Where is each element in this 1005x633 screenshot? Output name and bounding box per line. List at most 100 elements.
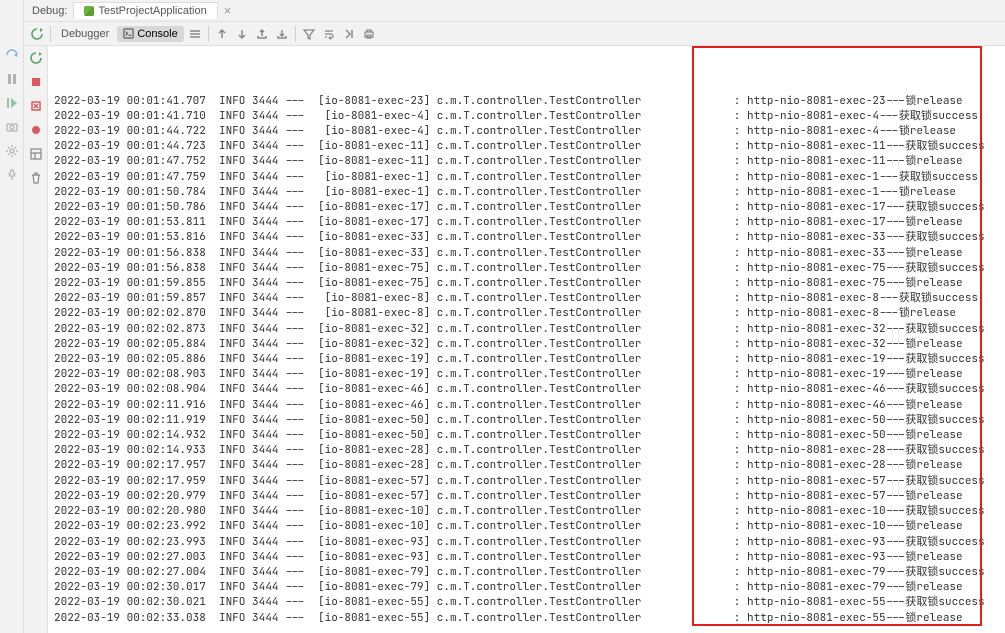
console-output[interactable]: 2022-03-19 00:01:41.707 INFO 3444 --- [i… [48,46,1005,633]
log-prefix: 2022-03-19 00:02:05.884 INFO 3444 --- [i… [54,337,641,352]
trash-icon[interactable] [28,170,44,186]
log-message: http-nio-8081-exec-50---获取锁success [747,413,985,428]
log-message: http-nio-8081-exec-19---获取锁success [747,352,985,367]
wrap-icon[interactable] [320,25,338,43]
log-line: 2022-03-19 00:02:02.870 INFO 3444 --- [i… [54,306,999,321]
log-message: http-nio-8081-exec-75---获取锁success [747,261,985,276]
log-prefix: 2022-03-19 00:02:30.017 INFO 3444 --- [i… [54,580,641,595]
log-line: 2022-03-19 00:02:27.004 INFO 3444 --- [i… [54,565,999,580]
log-message: http-nio-8081-exec-55---锁release [747,611,963,626]
log-message: http-nio-8081-exec-93---锁release [747,550,963,565]
log-prefix: 2022-03-19 00:02:02.873 INFO 3444 --- [i… [54,322,641,337]
log-message: http-nio-8081-exec-75---锁release [747,276,963,291]
console-tab[interactable]: Console [117,26,183,42]
mute-breakpoints-icon[interactable] [28,122,44,138]
log-prefix: 2022-03-19 00:01:59.855 INFO 3444 --- [i… [54,276,641,291]
log-line: 2022-03-19 00:01:47.752 INFO 3444 --- [i… [54,154,999,169]
log-line: 2022-03-19 00:02:05.884 INFO 3444 --- [i… [54,337,999,352]
log-message: http-nio-8081-exec-93---获取锁success [747,535,985,550]
log-line: 2022-03-19 00:02:11.919 INFO 3444 --- [i… [54,413,999,428]
log-prefix: 2022-03-19 00:02:17.959 INFO 3444 --- [i… [54,474,641,489]
step-over-icon[interactable] [5,48,19,62]
log-line: 2022-03-19 00:02:33.038 INFO 3444 --- [i… [54,611,999,626]
layout-icon[interactable] [28,146,44,162]
log-area: 2022-03-19 00:01:41.707 INFO 3444 --- [i… [24,46,1005,633]
run-gutter [24,46,48,633]
log-message: http-nio-8081-exec-57---锁release [747,489,963,504]
log-line: 2022-03-19 00:01:50.784 INFO 3444 --- [i… [54,185,999,200]
log-line: 2022-03-19 00:01:44.722 INFO 3444 --- [i… [54,124,999,139]
log-message: http-nio-8081-exec-28---获取锁success [747,443,985,458]
log-prefix: 2022-03-19 00:02:27.004 INFO 3444 --- [i… [54,565,641,580]
log-prefix: 2022-03-19 00:02:14.933 INFO 3444 --- [i… [54,443,641,458]
log-prefix: 2022-03-19 00:02:08.903 INFO 3444 --- [i… [54,367,641,382]
log-line: 2022-03-19 00:02:17.959 INFO 3444 --- [i… [54,474,999,489]
log-line: 2022-03-19 00:02:27.003 INFO 3444 --- [i… [54,550,999,565]
log-prefix: 2022-03-19 00:02:02.870 INFO 3444 --- [i… [54,306,641,321]
log-message: http-nio-8081-exec-33---获取锁success [747,230,985,245]
log-prefix: 2022-03-19 00:02:23.993 INFO 3444 --- [i… [54,535,641,550]
log-message: http-nio-8081-exec-28---锁release [747,458,963,473]
log-line: 2022-03-19 00:01:53.811 INFO 3444 --- [i… [54,215,999,230]
log-line: 2022-03-19 00:02:14.933 INFO 3444 --- [i… [54,443,999,458]
log-message: http-nio-8081-exec-11---锁release [747,154,963,169]
close-tab-icon[interactable]: × [224,3,232,18]
log-message: http-nio-8081-exec-46---锁release [747,398,963,413]
pin-icon[interactable] [5,168,19,182]
debug-toolbar: Debugger Console [24,22,1005,46]
log-prefix: 2022-03-19 00:02:17.957 INFO 3444 --- [i… [54,458,641,473]
debugger-tab[interactable]: Debugger [55,26,115,42]
run-config-name: TestProjectApplication [98,5,206,17]
filter-icon[interactable] [300,25,318,43]
log-message: http-nio-8081-exec-8---获取锁success [747,291,978,306]
log-line: 2022-03-19 00:01:53.816 INFO 3444 --- [i… [54,230,999,245]
run-config-tab[interactable]: TestProjectApplication [73,2,217,19]
log-message: http-nio-8081-exec-10---锁release [747,519,963,534]
rerun2-icon[interactable] [28,50,44,66]
settings-icon[interactable] [5,144,19,158]
log-prefix: 2022-03-19 00:02:23.992 INFO 3444 --- [i… [54,519,641,534]
log-prefix: 2022-03-19 00:02:20.980 INFO 3444 --- [i… [54,504,641,519]
spring-boot-icon [84,6,94,16]
log-message: http-nio-8081-exec-8---锁release [747,306,956,321]
log-line: 2022-03-19 00:02:23.992 INFO 3444 --- [i… [54,519,999,534]
log-message: http-nio-8081-exec-1---锁release [747,185,956,200]
log-prefix: 2022-03-19 00:01:47.752 INFO 3444 --- [i… [54,154,641,169]
log-prefix: 2022-03-19 00:01:59.857 INFO 3444 --- [i… [54,291,641,306]
log-prefix: 2022-03-19 00:01:56.838 INFO 3444 --- [i… [54,261,641,276]
log-message: http-nio-8081-exec-32---锁release [747,337,963,352]
log-prefix: 2022-03-19 00:02:11.919 INFO 3444 --- [i… [54,413,641,428]
log-message: http-nio-8081-exec-23---锁release [747,94,963,109]
log-prefix: 2022-03-19 00:01:56.838 INFO 3444 --- [i… [54,246,641,261]
log-line: 2022-03-19 00:02:20.979 INFO 3444 --- [i… [54,489,999,504]
log-line: 2022-03-19 00:02:30.021 INFO 3444 --- [i… [54,595,999,610]
up-stack-icon[interactable] [213,25,231,43]
print-icon[interactable] [360,25,378,43]
log-message: http-nio-8081-exec-79---锁release [747,580,963,595]
resume-icon[interactable] [5,96,19,110]
pause-icon[interactable] [5,72,19,86]
camera-icon[interactable] [5,120,19,134]
debug-label: Debug: [32,5,67,17]
threads-icon[interactable] [186,25,204,43]
log-line: 2022-03-19 00:02:02.873 INFO 3444 --- [i… [54,322,999,337]
log-line: 2022-03-19 00:02:23.993 INFO 3444 --- [i… [54,535,999,550]
log-prefix: 2022-03-19 00:02:27.003 INFO 3444 --- [i… [54,550,641,565]
log-line: 2022-03-19 00:01:59.855 INFO 3444 --- [i… [54,276,999,291]
log-prefix: 2022-03-19 00:02:08.904 INFO 3444 --- [i… [54,382,641,397]
log-prefix: 2022-03-19 00:01:44.722 INFO 3444 --- [i… [54,124,641,139]
log-line: 2022-03-19 00:01:56.838 INFO 3444 --- [i… [54,246,999,261]
log-message: http-nio-8081-exec-4---锁release [747,124,956,139]
log-line: 2022-03-19 00:02:11.916 INFO 3444 --- [i… [54,398,999,413]
log-message: http-nio-8081-exec-57---获取锁success [747,474,985,489]
rerun-icon[interactable] [28,25,46,43]
down-stack-icon[interactable] [233,25,251,43]
log-message: http-nio-8081-exec-46---获取锁success [747,382,985,397]
log-message: http-nio-8081-exec-4---获取锁success [747,109,978,124]
exit-icon[interactable] [28,98,44,114]
log-prefix: 2022-03-19 00:02:30.021 INFO 3444 --- [i… [54,595,641,610]
import-icon[interactable] [273,25,291,43]
scroll-end-icon[interactable] [340,25,358,43]
stop-icon[interactable] [28,74,44,90]
export-icon[interactable] [253,25,271,43]
